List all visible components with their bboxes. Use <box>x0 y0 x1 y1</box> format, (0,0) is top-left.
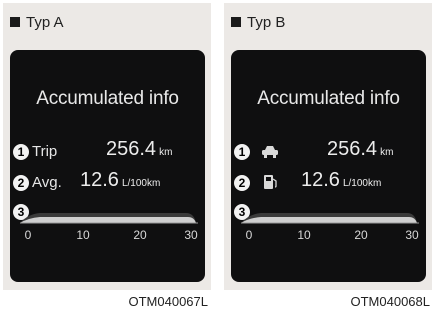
average-consumption-unit: L/100km <box>342 178 382 189</box>
gauge-fill <box>241 217 417 223</box>
fuel-economy-gauge: 3 0 10 20 30 <box>10 198 205 242</box>
gauge-tick-label: 0 <box>245 228 253 242</box>
gauge-fill <box>20 217 196 223</box>
square-bullet-icon <box>231 17 241 27</box>
cluster-display: Accumulated info 1 256.4 km 2 12.6 L/100km… <box>231 50 426 282</box>
gauge-tick-label: 0 <box>24 228 32 242</box>
trip-distance-value: 256.4 <box>106 138 157 160</box>
trip-distance: 256.4 km <box>106 138 172 161</box>
variant-label: Typ A <box>10 12 64 32</box>
square-bullet-icon <box>10 17 20 27</box>
average-label: Avg. <box>32 174 62 191</box>
gauge-tick-label: 20 <box>133 228 147 242</box>
trip-distance-unit: km <box>380 147 394 158</box>
variant-label-text: Typ B <box>247 13 286 31</box>
callout-number-2: 2 <box>234 175 250 191</box>
average-consumption: 12.6 L/100km <box>301 169 381 192</box>
average-consumption: 12.6 L/100km <box>80 169 160 192</box>
fuel-pump-icon <box>264 175 277 189</box>
display-title: Accumulated info <box>257 88 400 109</box>
trip-label: Trip <box>32 143 58 160</box>
fuel-economy-gauge: 3 0 10 20 30 <box>231 198 426 242</box>
image-code-caption: OTM040068L <box>350 294 431 309</box>
gauge-tick-label: 30 <box>405 228 419 242</box>
gauge-tick-label: 10 <box>76 228 90 242</box>
gauge-tick-label: 10 <box>297 228 311 242</box>
gauge-graphic <box>20 213 198 224</box>
image-code-caption: OTM040067L <box>128 294 209 309</box>
variant-label-text: Typ A <box>26 13 64 31</box>
gauge-tick-label: 20 <box>354 228 368 242</box>
variant-label: Typ B <box>231 12 285 32</box>
gauge-graphic <box>241 213 419 224</box>
trip-distance: 256.4 km <box>327 138 393 161</box>
average-consumption-value: 12.6 <box>80 169 119 191</box>
trip-distance-unit: km <box>159 147 173 158</box>
trip-distance-value: 256.4 <box>327 138 378 160</box>
car-icon <box>262 146 278 158</box>
cluster-display: Accumulated info 1 Trip 256.4 km 2 Avg. 1… <box>10 50 205 282</box>
figure-panel-a: Typ A Accumulated info 1 Trip 256.4 km 2 … <box>3 3 211 290</box>
display-title: Accumulated info <box>36 88 179 109</box>
average-consumption-value: 12.6 <box>301 169 340 191</box>
callout-number-2: 2 <box>13 175 29 191</box>
gauge-tick-label: 30 <box>184 228 198 242</box>
figure-panel-b: Typ B Accumulated info 1 256.4 km 2 12.6 L… <box>224 3 432 290</box>
average-consumption-unit: L/100km <box>121 178 161 189</box>
callout-number-1: 1 <box>13 144 29 160</box>
callout-number-1: 1 <box>234 144 250 160</box>
